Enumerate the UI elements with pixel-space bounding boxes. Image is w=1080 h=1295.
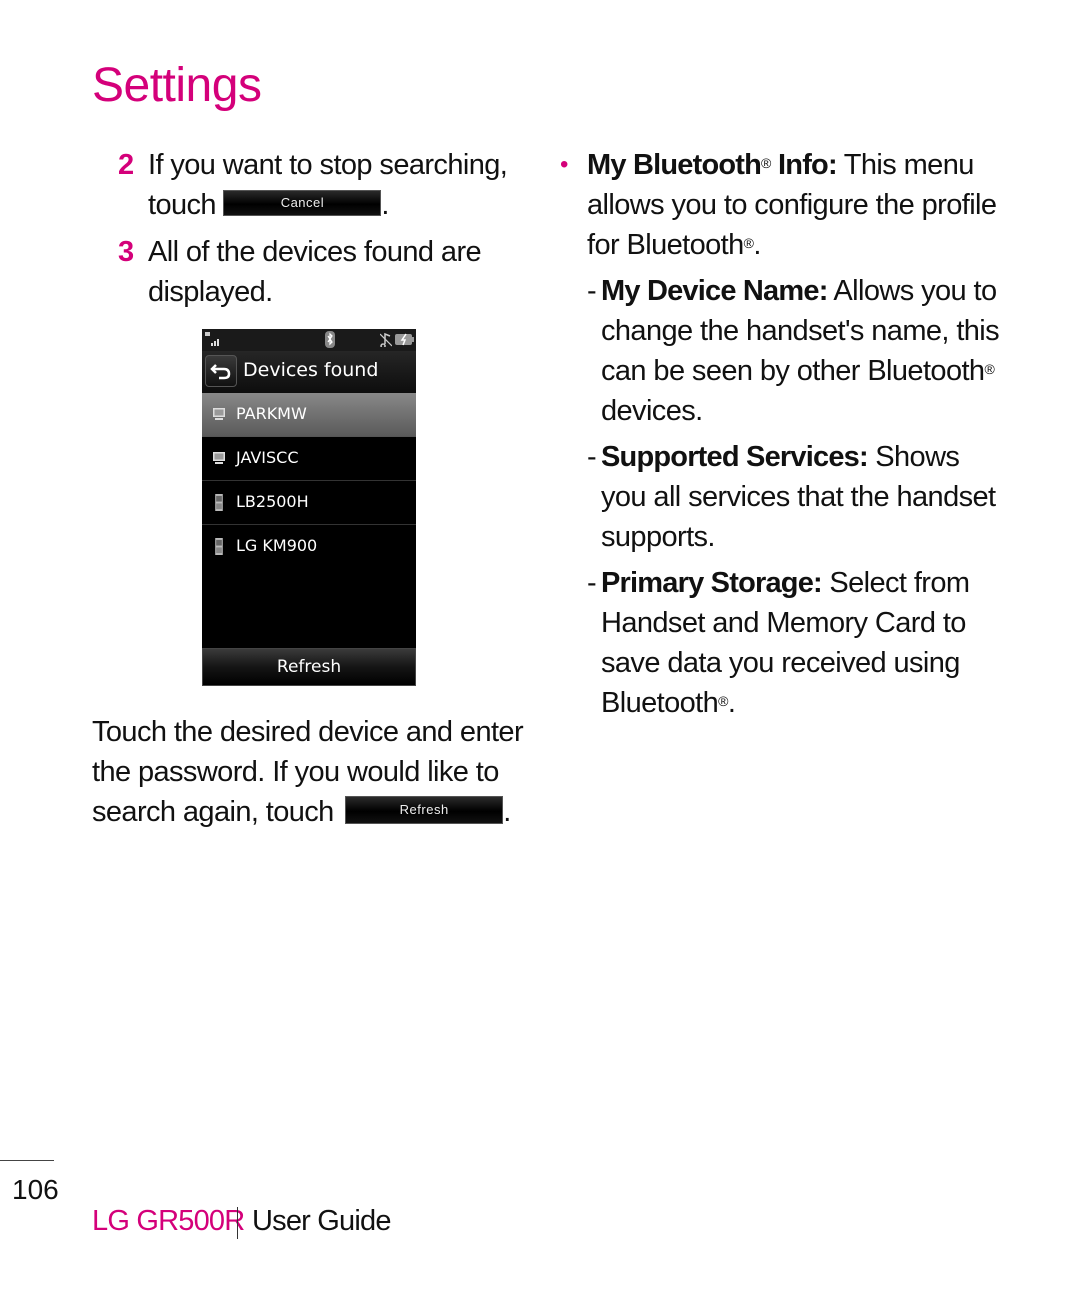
phone-icon — [215, 538, 223, 555]
back-arrow-icon — [210, 364, 231, 380]
period: . — [381, 189, 389, 221]
dash: - — [587, 275, 597, 307]
footer-separator — [237, 1207, 238, 1239]
device-item[interactable]: LG KM900 — [202, 525, 416, 568]
device-item[interactable]: PARKMW — [202, 393, 416, 437]
bluetooth-icon — [325, 331, 335, 348]
dash: - — [587, 441, 597, 473]
screen-header: Devices found — [202, 351, 416, 393]
refresh-button[interactable]: Refresh — [202, 648, 416, 686]
bullet-heading: My Bluetooth — [587, 149, 762, 181]
subitem-primary-storage: - Primary Storage: Select from Handset a… — [560, 563, 1010, 723]
page-number: 106 — [12, 1174, 59, 1205]
back-button[interactable] — [205, 355, 237, 387]
instruction-paragraph: Touch the desired device and enter the p… — [92, 712, 532, 832]
status-bar — [202, 329, 416, 351]
footer-rule — [0, 1160, 54, 1161]
registered-mark: ® — [761, 155, 771, 171]
device-name: JAVISCC — [236, 448, 299, 467]
device-item[interactable]: LB2500H — [202, 481, 416, 525]
period: . — [753, 229, 761, 261]
phone-icon — [215, 494, 223, 511]
step-text: All of the devices found are displayed. — [148, 236, 482, 308]
phone-screenshot: Devices found PARKMW JAVISCC LB2500H LG … — [202, 329, 416, 686]
subitem-text-end: . — [727, 687, 736, 719]
cancel-button-illustration: Cancel — [223, 190, 382, 217]
dash: - — [587, 567, 597, 599]
subitem-supported-services: - Supported Services: Shows you all serv… — [560, 437, 1010, 557]
device-name: PARKMW — [236, 404, 307, 423]
device-name: LG KM900 — [236, 536, 318, 555]
music-off-icon — [380, 332, 392, 347]
subitem-heading: Supported Services: — [601, 441, 869, 473]
step-number: 3 — [118, 236, 134, 268]
step-2: 2 If you want to stop searching, touch C… — [118, 145, 528, 225]
bullet-dot: • — [560, 151, 568, 178]
period: . — [503, 796, 511, 828]
screen-title: Devices found — [243, 359, 379, 381]
computer-icon — [213, 452, 225, 464]
subitem-my-device-name: - My Device Name: Allows you to change t… — [560, 271, 1010, 431]
registered-mark: ® — [743, 235, 754, 251]
device-name: LB2500H — [236, 492, 309, 511]
right-column: • My Bluetooth® Info: This menu allows y… — [560, 145, 1010, 723]
subitem-heading: My Device Name: — [601, 275, 828, 307]
footer-label: User Guide — [252, 1205, 391, 1237]
footer-brand: LG GR500R — [92, 1205, 245, 1237]
step-number: 2 — [118, 149, 134, 181]
page-title: Settings — [92, 59, 262, 112]
signal-icon — [205, 332, 219, 346]
refresh-button-illustration: Refresh — [345, 796, 504, 825]
computer-icon — [213, 408, 225, 420]
device-item[interactable]: JAVISCC — [202, 437, 416, 481]
subitem-heading: Primary Storage: — [601, 567, 823, 599]
subitem-text-end: devices. — [601, 395, 703, 427]
bullet-my-bluetooth-info: • My Bluetooth® Info: This menu allows y… — [560, 145, 1010, 265]
registered-mark: ® — [984, 361, 995, 377]
step-3: 3 All of the devices found are displayed… — [118, 232, 508, 312]
battery-icon — [395, 333, 414, 346]
bullet-heading-suffix: Info: — [770, 149, 838, 181]
registered-mark: ® — [718, 693, 728, 709]
